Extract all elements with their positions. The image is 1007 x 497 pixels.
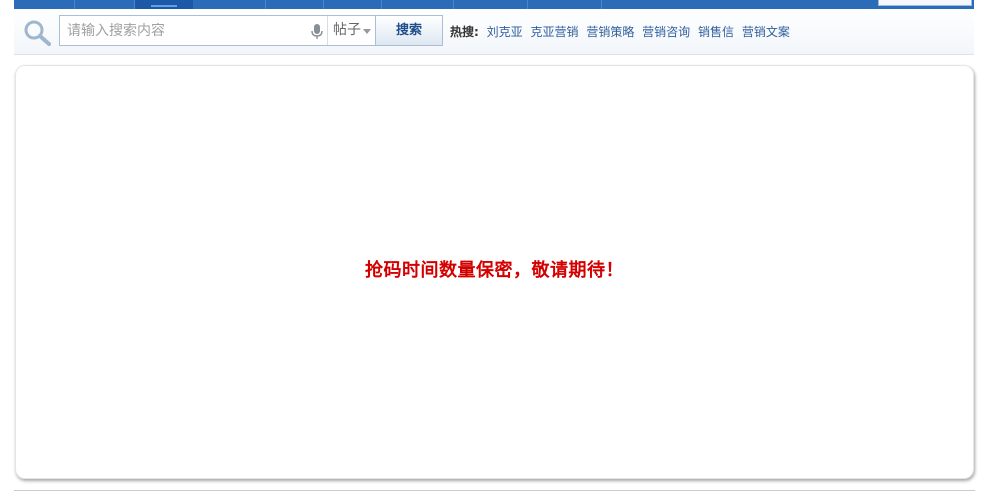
search-scope-select[interactable]: 帖子 [327,16,376,45]
hot-search-label: 热搜: [450,25,479,39]
notice-message: 抢码时间数量保密，敬请期待！ [365,260,624,281]
nav-tab[interactable] [527,0,602,9]
search-bar: 帖子 搜索 热搜: 刘克亚 克亚营销 营销策略 营销咨询 销售信 营销文案 [14,9,974,55]
nav-tab[interactable] [453,0,528,9]
hot-search-area: 热搜: 刘克亚 克亚营销 营销策略 营销咨询 销售信 营销文案 [450,23,794,41]
search-icon[interactable] [22,19,52,47]
content-panel: 抢码时间数量保密，敬请期待！ [15,65,974,479]
hot-search-link[interactable]: 克亚营销 [530,25,578,39]
page: 帖子 搜索 热搜: 刘克亚 克亚营销 营销策略 营销咨询 销售信 营销文案 抢码… [0,0,1007,497]
hot-search-link[interactable]: 营销咨询 [642,25,690,39]
search-input[interactable] [60,16,324,45]
nav-tab[interactable] [323,0,382,9]
microphone-icon[interactable] [311,24,323,40]
top-navigation-bar [14,0,974,9]
login-box[interactable] [878,0,972,6]
hot-search-link[interactable]: 营销文案 [742,25,790,39]
divider [14,490,975,491]
search-scope-value: 帖子 [333,22,361,38]
nav-tab-active[interactable] [135,0,193,9]
nav-tab[interactable] [265,0,324,9]
hot-search-link[interactable]: 刘克亚 [487,25,523,39]
hot-search-link[interactable]: 销售信 [698,25,734,39]
search-box: 帖子 [59,15,376,46]
nav-tab[interactable] [193,0,266,9]
nav-tab[interactable] [14,0,75,9]
nav-tab[interactable] [74,0,135,9]
search-button[interactable]: 搜索 [376,15,443,46]
chevron-down-icon [363,29,371,34]
hot-search-link[interactable]: 营销策略 [586,25,634,39]
nav-tab[interactable] [381,0,454,9]
